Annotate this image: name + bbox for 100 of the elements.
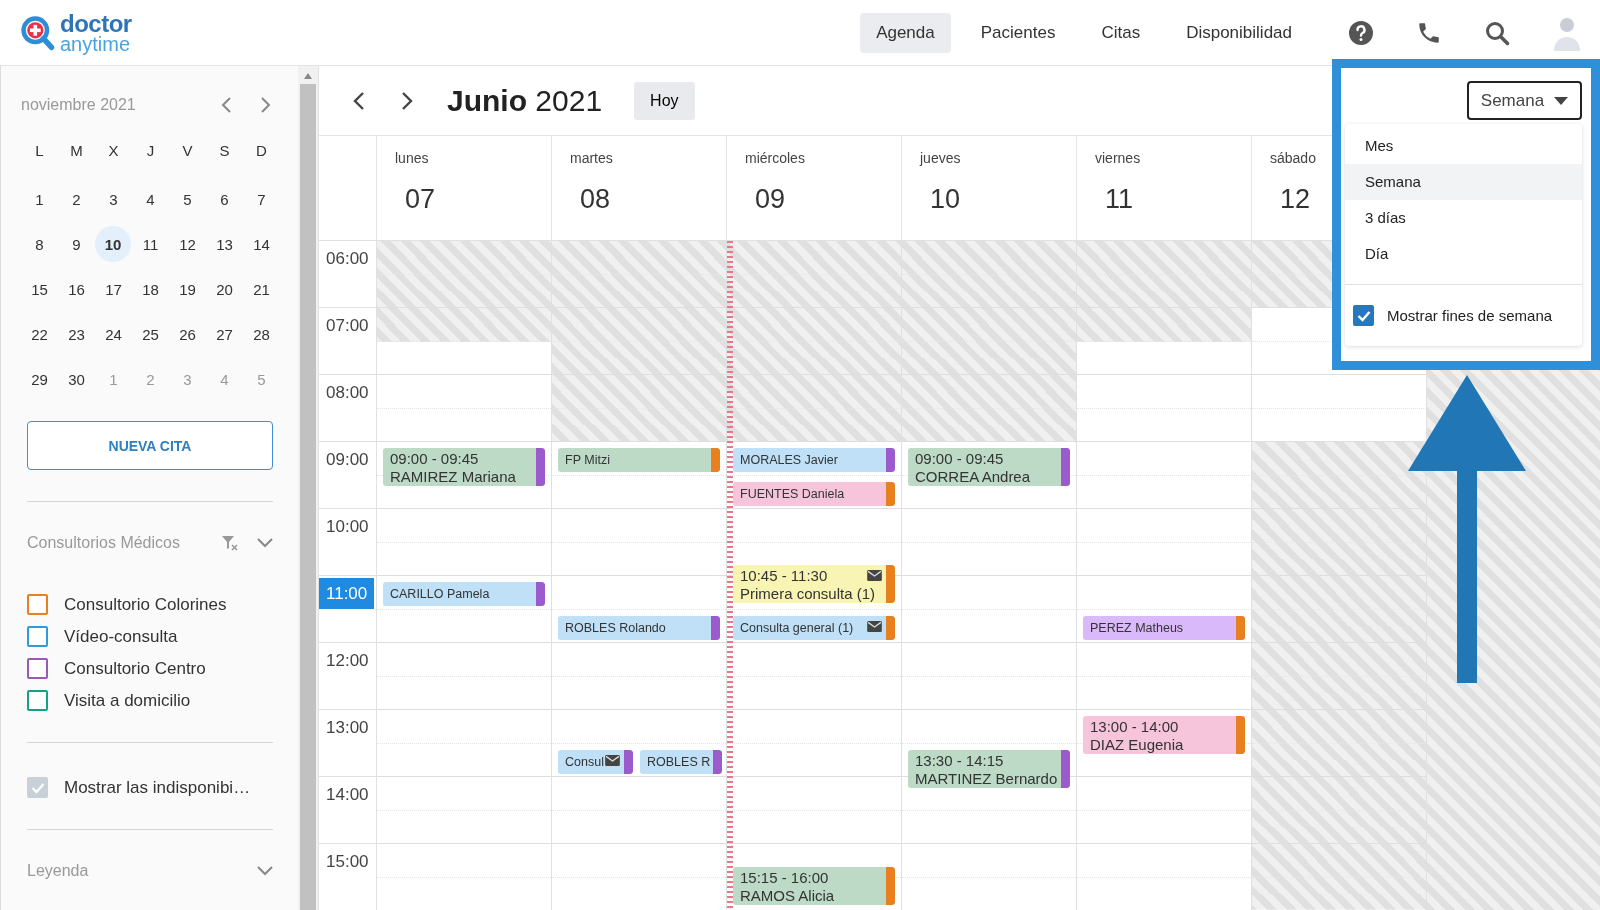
appointment[interactable]: FUENTES Daniela — [733, 481, 895, 506]
checkmark-icon — [1356, 309, 1371, 322]
calendar-day[interactable]: 20 — [206, 271, 243, 307]
day-number: 11 — [1105, 184, 1134, 215]
new-appointment-button[interactable]: NUEVA CITA — [27, 421, 273, 470]
today-button[interactable]: Hoy — [634, 81, 695, 120]
office-label: Visita a domicilio — [64, 690, 191, 711]
hour-label: 12:00 — [325, 650, 370, 672]
calendar-day[interactable]: 17 — [95, 271, 132, 307]
calendar-day[interactable]: 8 — [21, 226, 58, 262]
weekday-label: S — [218, 140, 231, 161]
appointment[interactable]: 15:15 - 16:00 RAMOS Alicia — [733, 866, 895, 905]
weekday-name: viernes — [1095, 150, 1141, 166]
calendar-day[interactable]: 1 — [21, 181, 58, 217]
day-number: 08 — [580, 184, 611, 215]
calendar-day[interactable]: 27 — [206, 316, 243, 352]
hour-label: 14:00 — [325, 784, 370, 806]
clear-filter-icon[interactable] — [221, 535, 239, 551]
help-icon[interactable] — [1348, 19, 1374, 46]
calendar-day[interactable]: 26 — [169, 316, 206, 352]
weekday-label: V — [181, 140, 194, 161]
chevron-down-icon[interactable] — [257, 866, 273, 876]
menu-option[interactable]: Día — [1345, 236, 1582, 272]
calendar-day[interactable]: 30 — [58, 361, 95, 397]
color-square[interactable] — [27, 626, 48, 647]
appointment[interactable]: MORALES Javier — [733, 448, 895, 472]
menu-option[interactable]: Mes — [1345, 128, 1582, 164]
nav-tab[interactable]: Disponibilidad — [1170, 12, 1308, 53]
appointment[interactable]: PEREZ Matheus — [1083, 615, 1245, 640]
appointment[interactable]: 09:00 - 09:45 RAMIREZ Mariana — [383, 448, 545, 486]
appointment[interactable]: FP Mitzi — [558, 448, 720, 472]
logo-icon[interactable] — [20, 13, 56, 52]
appointment[interactable]: ROBLES Rolando — [558, 615, 720, 640]
weekday-label: M — [69, 140, 84, 161]
weekday-name: jueves — [920, 150, 961, 166]
hour-label: 06:00 — [325, 248, 370, 270]
calendar-day[interactable]: 3 — [95, 181, 132, 217]
calendar-day[interactable]: 23 — [58, 316, 95, 352]
month-title: noviembre 2021 — [21, 96, 136, 114]
calendar-day[interactable]: 2 — [58, 181, 95, 217]
chevron-right-icon[interactable] — [399, 89, 415, 112]
color-square[interactable] — [27, 594, 48, 615]
appointment[interactable]: Consulta general (1) — [733, 615, 895, 640]
search-icon[interactable] — [1484, 19, 1510, 46]
calendar-day[interactable]: 24 — [95, 316, 132, 352]
scroll-up-icon[interactable] — [303, 72, 313, 80]
scrollbar-thumb[interactable] — [300, 84, 316, 910]
chevron-down-icon[interactable] — [257, 538, 273, 548]
nav-tab[interactable]: Agenda — [860, 12, 951, 53]
hour-label: 07:00 — [325, 315, 370, 337]
calendar-day[interactable]: 25 — [132, 316, 169, 352]
nav-tab[interactable]: Citas — [1085, 12, 1157, 53]
appointment[interactable]: Consul — [558, 749, 633, 774]
day-number: 10 — [930, 184, 961, 215]
menu-option[interactable]: Semana — [1345, 164, 1582, 200]
appointment[interactable]: 10:45 - 11:30 Primera consulta (1) — [733, 565, 895, 604]
appointment[interactable]: CARILLO Pamela — [383, 582, 545, 606]
view-dropdown[interactable]: Semana — [1467, 81, 1582, 120]
section-title: Consultorios Médicos — [27, 534, 180, 552]
calendar-day[interactable]: 12 — [169, 226, 206, 262]
office-label: Consultorio Colorines — [64, 594, 227, 615]
section-title: Leyenda — [27, 862, 89, 880]
checkbox[interactable] — [1353, 305, 1374, 326]
menu-option[interactable]: 3 días — [1345, 200, 1582, 236]
weekday-label: X — [107, 140, 120, 161]
appointment[interactable]: 13:30 - 14:15 MARTINEZ Bernardo — [908, 749, 1070, 788]
checkbox-label: Mostrar fines de semana — [1387, 307, 1553, 324]
logo-wordmark: doctor — [60, 11, 132, 36]
calendar-day[interactable]: 28 — [243, 316, 280, 352]
weekday-name: miércoles — [745, 150, 805, 166]
appointment[interactable]: 13:00 - 14:00 DIAZ Eugenia — [1083, 716, 1245, 754]
calendar-day[interactable]: 22 — [21, 316, 58, 352]
weekday-name: lunes — [395, 150, 429, 166]
calendar-day[interactable]: 4 — [132, 181, 169, 217]
color-square[interactable] — [27, 658, 48, 679]
calendar-day[interactable]: 6 — [206, 181, 243, 217]
chevron-left-icon[interactable] — [351, 89, 367, 112]
nav-tab[interactable]: Pacientes — [964, 12, 1072, 53]
calendar-day[interactable]: 21 — [243, 271, 280, 307]
color-square[interactable] — [27, 690, 48, 711]
calendar-day[interactable]: 10 — [95, 226, 131, 262]
calendar-day[interactable]: 19 — [169, 271, 206, 307]
calendar-day[interactable]: 18 — [132, 271, 169, 307]
calendar-day[interactable]: 14 — [243, 226, 280, 262]
office-label: Vídeo-consulta — [64, 626, 178, 647]
calendar-day[interactable]: 5 — [169, 181, 206, 217]
appointment[interactable]: ROBLES R — [640, 749, 722, 774]
calendar-day[interactable]: 13 — [206, 226, 243, 262]
calendar-day[interactable]: 29 — [21, 361, 58, 397]
weekday-name: sábado — [1270, 150, 1316, 166]
weekday-label: J — [145, 140, 156, 161]
day-number: 09 — [755, 184, 786, 215]
scrollbar[interactable] — [298, 66, 318, 910]
calendar-day[interactable]: 15 — [21, 271, 58, 307]
office-label: Consultorio Centro — [64, 658, 206, 679]
appointment[interactable]: 09:00 - 09:45 CORREA Andrea — [908, 448, 1070, 486]
calendar-day[interactable]: 7 — [243, 181, 280, 217]
calendar-day[interactable]: 11 — [132, 226, 169, 262]
calendar-day[interactable]: 16 — [58, 271, 95, 307]
calendar-day[interactable]: 9 — [58, 226, 95, 262]
